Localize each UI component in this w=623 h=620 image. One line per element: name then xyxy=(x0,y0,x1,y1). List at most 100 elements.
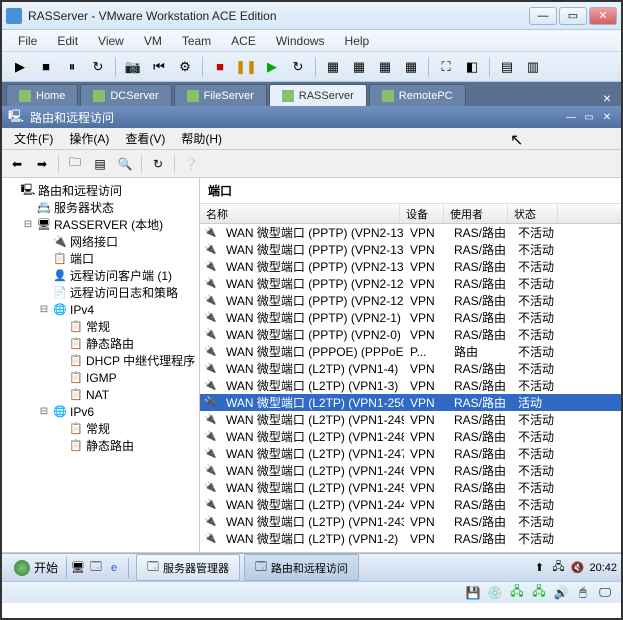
tree-node[interactable]: 📄远程访问日志和策略 xyxy=(2,284,199,301)
menu-ace[interactable]: ACE xyxy=(221,32,266,50)
menu-team[interactable]: Team xyxy=(172,32,221,50)
device-net1-icon[interactable]: 🖧 xyxy=(509,585,525,601)
list-row[interactable]: 🔌WAN 微型端口 (PPTP) (VPN2-1)VPNRAS/路由不活动 xyxy=(200,309,621,326)
list-row[interactable]: 🔌WAN 微型端口 (L2TP) (VPN1-4)VPNRAS/路由不活动 xyxy=(200,360,621,377)
start-button[interactable]: 开始 xyxy=(6,557,67,578)
list-row[interactable]: 🔌WAN 微型端口 (PPTP) (VPN2-130)VPNRAS/路由不活动 xyxy=(200,258,621,275)
column-device[interactable]: 设备 xyxy=(400,204,444,223)
pause-icon[interactable]: ❚❚ xyxy=(234,55,258,79)
list-row[interactable]: 🔌WAN 微型端口 (L2TP) (VPN1-243)VPNRAS/路由不活动 xyxy=(200,513,621,530)
inner-menu-item[interactable]: 查看(V) xyxy=(117,128,173,149)
tree-expand-icon[interactable]: ⊟ xyxy=(38,304,50,315)
menu-windows[interactable]: Windows xyxy=(266,32,335,50)
tree-expand-icon[interactable]: ⊟ xyxy=(38,406,50,417)
window-title-bar[interactable]: RASServer - VMware Workstation ACE Editi… xyxy=(2,2,621,30)
tree-node[interactable]: 📋NAT xyxy=(2,386,199,403)
view2-icon[interactable]: ▦ xyxy=(347,55,371,79)
guest-taskbar[interactable]: 开始 🖥 🗔 e 🗔服务器管理器🗔路由和远程访问 ⬆ 🖧 🔇 20:42 xyxy=(2,553,621,581)
revert-icon[interactable]: ⏮ xyxy=(147,55,171,79)
play-icon[interactable]: ▶ xyxy=(260,55,284,79)
summary-icon[interactable]: ▤ xyxy=(495,55,519,79)
tree-node[interactable]: 👤远程访问客户端 (1) xyxy=(2,267,199,284)
menu-view[interactable]: View xyxy=(88,32,134,50)
list-row[interactable]: 🔌WAN 微型端口 (PPPOE) (PPPoE...P...路由不活动 xyxy=(200,343,621,360)
network-icon[interactable]: 🖧 xyxy=(551,561,565,575)
list-header[interactable]: 名称 设备 使用者 状态 xyxy=(200,204,621,224)
list-row[interactable]: 🔌WAN 微型端口 (L2TP) (VPN1-245)VPNRAS/路由不活动 xyxy=(200,479,621,496)
tree-node[interactable]: 📋静态路由 xyxy=(2,437,199,454)
column-name[interactable]: 名称 xyxy=(200,204,400,223)
list-row[interactable]: 🔌WAN 微型端口 (PPTP) (VPN2-128)VPNRAS/路由不活动 xyxy=(200,292,621,309)
device-disk-icon[interactable]: 💾 xyxy=(465,585,481,601)
tab-home[interactable]: Home xyxy=(6,84,78,106)
list-row[interactable]: 🔌WAN 微型端口 (L2TP) (VPN1-248)VPNRAS/路由不活动 xyxy=(200,428,621,445)
column-status[interactable]: 状态 xyxy=(508,204,558,223)
tab-fileserver[interactable]: FileServer xyxy=(174,84,267,106)
minimize-button[interactable]: — xyxy=(529,7,557,25)
record-icon[interactable]: ■ xyxy=(208,55,232,79)
filter-icon[interactable]: 🔍 xyxy=(114,153,136,175)
device-display-icon[interactable]: 🖵 xyxy=(597,585,613,601)
tree-node[interactable]: 📋IGMP xyxy=(2,369,199,386)
menu-help[interactable]: Help xyxy=(335,32,380,50)
clock[interactable]: 20:42 xyxy=(589,562,617,574)
device-cd-icon[interactable]: 💿 xyxy=(487,585,503,601)
list-row[interactable]: 🔌WAN 微型端口 (L2TP) (VPN1-244)VPNRAS/路由不活动 xyxy=(200,496,621,513)
volume-icon[interactable]: 🔇 xyxy=(570,561,584,575)
list-row[interactable]: 🔌WAN 微型端口 (PPTP) (VPN2-0)VPNRAS/路由不活动 xyxy=(200,326,621,343)
list-body[interactable]: 🔌WAN 微型端口 (PPTP) (VPN2-132)VPNRAS/路由不活动🔌… xyxy=(200,224,621,552)
tab-dcserver[interactable]: DCServer xyxy=(80,84,171,106)
maximize-button[interactable]: ▭ xyxy=(559,7,587,25)
system-tray[interactable]: ⬆ 🖧 🔇 20:42 xyxy=(532,561,617,575)
tree-node[interactable]: 📋常规 xyxy=(2,420,199,437)
list-row[interactable]: 🔌WAN 微型端口 (L2TP) (VPN1-2)VPNRAS/路由不活动 xyxy=(200,530,621,547)
list-row[interactable]: 🔌WAN 微型端口 (L2TP) (VPN1-246)VPNRAS/路由不活动 xyxy=(200,462,621,479)
tree-node[interactable]: 🖳路由和远程访问 xyxy=(2,182,199,199)
tree-panel[interactable]: 🖳路由和远程访问📇服务器状态⊟🖥RASSERVER (本地)🔌网络接口📋端口👤远… xyxy=(2,178,200,552)
inner-close-button[interactable]: ✕ xyxy=(599,110,615,124)
up-icon[interactable]: 🗀 xyxy=(64,153,86,175)
close-button[interactable]: ✕ xyxy=(589,7,617,25)
ie-icon[interactable]: e xyxy=(107,561,121,575)
taskbar-item[interactable]: 🗔路由和远程访问 xyxy=(244,554,359,581)
tree-node[interactable]: ⊟🌐IPv6 xyxy=(2,403,199,420)
help-icon[interactable]: ❔ xyxy=(180,153,202,175)
tree-node[interactable]: 📇服务器状态 xyxy=(2,199,199,216)
inner-menu-item[interactable]: 文件(F) xyxy=(6,128,61,149)
quick-launch-icon[interactable]: 🖥 xyxy=(71,561,85,575)
list-row[interactable]: 🔌WAN 微型端口 (L2TP) (VPN1-249)VPNRAS/路由不活动 xyxy=(200,411,621,428)
inner-menu-item[interactable]: 操作(A) xyxy=(61,128,117,149)
inner-window-title-bar[interactable]: 🖳 路由和远程访问 — ▭ ✕ xyxy=(2,106,621,128)
list-row[interactable]: 🔌WAN 微型端口 (L2TP) (VPN1-250)VPNRAS/路由活动 xyxy=(200,394,621,411)
tree-node[interactable]: ⊟🌐IPv4 xyxy=(2,301,199,318)
device-net2-icon[interactable]: 🖧 xyxy=(531,585,547,601)
list-row[interactable]: 🔌WAN 微型端口 (L2TP) (VPN1-3)VPNRAS/路由不活动 xyxy=(200,377,621,394)
view1-icon[interactable]: ▦ xyxy=(321,55,345,79)
view4-icon[interactable]: ▦ xyxy=(399,55,423,79)
tree-node[interactable]: 📋DHCP 中继代理程序 xyxy=(2,352,199,369)
menu-edit[interactable]: Edit xyxy=(47,32,88,50)
suspend-icon[interactable]: ⏸ xyxy=(60,55,84,79)
unity-icon[interactable]: ◧ xyxy=(460,55,484,79)
list-row[interactable]: 🔌WAN 微型端口 (L2TP) (VPN1-247)VPNRAS/路由不活动 xyxy=(200,445,621,462)
inner-minimize-button[interactable]: — xyxy=(563,110,579,124)
power-off-icon[interactable]: ■ xyxy=(34,55,58,79)
tree-node[interactable]: 📋常规 xyxy=(2,318,199,335)
tree-expand-icon[interactable]: ⊟ xyxy=(22,219,34,230)
menu-file[interactable]: File xyxy=(8,32,47,50)
fullscreen-icon[interactable]: ⛶ xyxy=(434,55,458,79)
device-usb-icon[interactable]: 🖱 xyxy=(575,585,591,601)
quick-launch-icon[interactable]: 🗔 xyxy=(89,561,103,575)
inner-maximize-button[interactable]: ▭ xyxy=(581,110,597,124)
device-sound-icon[interactable]: 🔊 xyxy=(553,585,569,601)
menu-vm[interactable]: VM xyxy=(134,32,172,50)
forward-icon[interactable]: ➡ xyxy=(31,153,53,175)
manage-icon[interactable]: ⚙ xyxy=(173,55,197,79)
list-row[interactable]: 🔌WAN 微型端口 (PPTP) (VPN2-131)VPNRAS/路由不活动 xyxy=(200,241,621,258)
tray-icon[interactable]: ⬆ xyxy=(532,561,546,575)
tree-node[interactable]: 📋静态路由 xyxy=(2,335,199,352)
reset-icon[interactable]: ↻ xyxy=(86,55,110,79)
tab-remotepc[interactable]: RemotePC xyxy=(369,84,466,106)
refresh-icon[interactable]: ↻ xyxy=(147,153,169,175)
inner-menu-item[interactable]: 帮助(H) xyxy=(173,128,230,149)
